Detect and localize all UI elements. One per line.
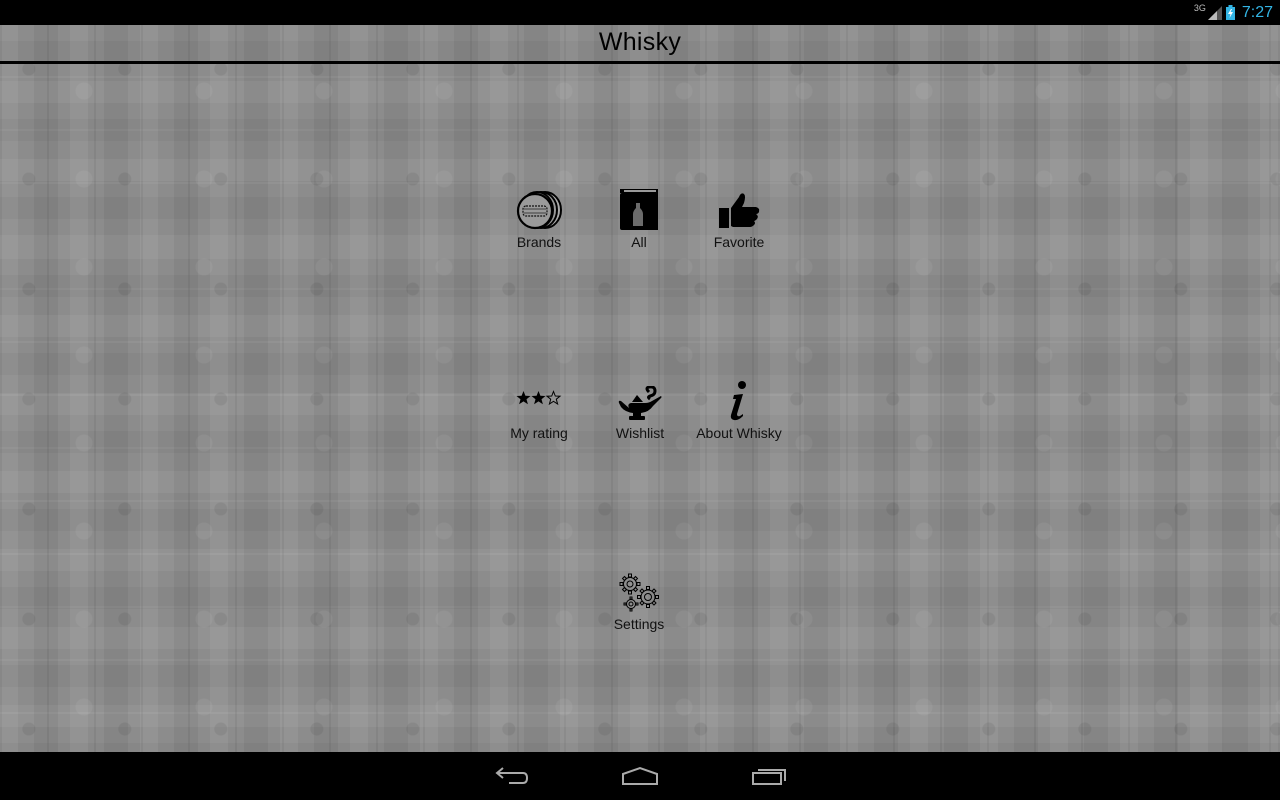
star-filled-1 (516, 391, 531, 405)
navigation-bar (0, 752, 1280, 800)
status-icons: 3G 7:27 (1194, 0, 1273, 25)
page-title: Whisky (598, 28, 682, 56)
menu-about-label: About Whisky (696, 425, 782, 441)
menu-brands-label: Brands (516, 234, 562, 250)
star-filled-2 (531, 391, 546, 405)
menu-my-rating-button[interactable]: My rating (489, 374, 589, 441)
thumbs-up-icon (719, 193, 760, 228)
menu-my-rating-label: My rating (510, 425, 568, 441)
info-icon (730, 381, 746, 421)
back-icon (495, 767, 529, 784)
action-bar: Whisky (0, 25, 1280, 61)
menu-brands-button[interactable]: Brands (489, 183, 589, 250)
menu-settings-label: Settings (613, 616, 665, 632)
book-bottle-icon (620, 189, 658, 230)
battery-charging-icon (1225, 5, 1235, 20)
app-content: Whisky Brands All Favorite My rating Wis… (0, 25, 1280, 752)
gears-icon (619, 573, 659, 612)
menu-about-button[interactable]: About Whisky (689, 374, 789, 441)
title-divider (0, 61, 1280, 64)
genie-lamp-icon (618, 386, 662, 420)
star-empty-3 (545, 390, 562, 406)
menu-wishlist-button[interactable]: Wishlist (590, 374, 690, 441)
menu-favorite-label: Favorite (713, 234, 765, 250)
status-bar: 3G 7:27 (0, 0, 1280, 25)
recents-icon (752, 769, 786, 785)
clock: 7:27 (1241, 3, 1273, 21)
home-icon (622, 766, 658, 785)
menu-favorite-button[interactable]: Favorite (689, 183, 789, 250)
menu-all-button[interactable]: All (589, 183, 689, 250)
back-button[interactable] (482, 762, 542, 790)
barrel-icon (516, 191, 562, 230)
menu-wishlist-label: Wishlist (615, 425, 665, 441)
stars-rating-icon (516, 390, 562, 406)
home-button[interactable] (610, 762, 670, 790)
menu-settings-button[interactable]: Settings (589, 565, 689, 632)
recents-button[interactable] (739, 762, 799, 790)
network-type: 3G (1193, 2, 1206, 13)
menu-all-label: All (631, 234, 647, 250)
signal-icon (1207, 5, 1222, 20)
